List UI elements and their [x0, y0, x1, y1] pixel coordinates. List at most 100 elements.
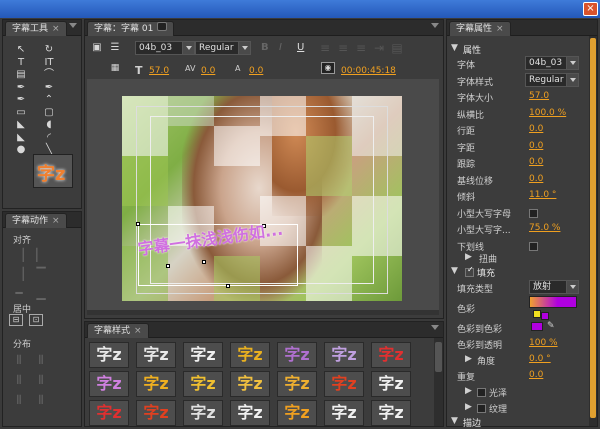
- window-close-button[interactable]: ×: [583, 2, 598, 16]
- title-style-swatch[interactable]: 字z: [371, 400, 411, 426]
- property-value[interactable]: 11.0 °: [529, 190, 556, 200]
- repeat-value[interactable]: 0.0: [529, 370, 543, 380]
- tab-title-properties[interactable]: 字幕属性 ×: [449, 21, 511, 36]
- collapse-arrow-icon[interactable]: ▼: [451, 266, 458, 276]
- title-style-swatch[interactable]: 字z: [89, 371, 129, 397]
- property-checkbox[interactable]: [529, 208, 538, 218]
- title-style-swatch[interactable]: 字z: [324, 342, 364, 368]
- bold-button[interactable]: B: [261, 42, 269, 53]
- color-to-color-swatch[interactable]: [531, 322, 543, 331]
- property-value[interactable]: 0.0: [529, 157, 543, 167]
- gradient-stop-start[interactable]: [533, 310, 541, 318]
- align-left-icon[interactable]: ▕: [11, 247, 27, 263]
- center-horizontal-icon[interactable]: ⊟: [9, 314, 23, 326]
- expand-arrow-icon[interactable]: ▶: [465, 402, 472, 412]
- distribute-vcenter-icon[interactable]: ⫴: [33, 372, 49, 388]
- color-to-opacity-value[interactable]: 100 %: [529, 338, 558, 348]
- tab-title-designer[interactable]: 字幕：字幕 01: [87, 21, 175, 36]
- angle-value[interactable]: 0.0 °: [529, 354, 551, 364]
- close-icon[interactable]: ×: [52, 216, 60, 226]
- ellipse-tool-icon[interactable]: ●: [13, 142, 29, 158]
- roll-crawl-icon[interactable]: ☰: [107, 40, 123, 56]
- close-icon[interactable]: ×: [52, 24, 60, 34]
- close-icon[interactable]: ×: [134, 326, 142, 336]
- panel-menu-icon[interactable]: [431, 325, 439, 330]
- scroll-thumb[interactable]: [435, 342, 442, 372]
- sheen-checkbox[interactable]: [477, 388, 486, 397]
- distribute-top-icon[interactable]: ⫴: [33, 352, 49, 368]
- collapse-arrow-icon[interactable]: ▼: [451, 43, 458, 53]
- gradient-ramp[interactable]: [529, 296, 577, 308]
- distribute-bottom-icon[interactable]: ⫴: [33, 392, 49, 408]
- property-value[interactable]: 57.0: [529, 91, 549, 101]
- title-style-swatch[interactable]: 字z: [277, 342, 317, 368]
- title-style-swatch[interactable]: 字z: [183, 342, 223, 368]
- font-family-dropdown[interactable]: 04b_03: [525, 56, 579, 70]
- expand-arrow-icon[interactable]: ▶: [465, 354, 472, 364]
- property-value[interactable]: 100.0 %: [529, 108, 566, 118]
- title-style-swatch[interactable]: 字z: [136, 342, 176, 368]
- tab-title-styles[interactable]: 字幕样式 ×: [87, 323, 149, 338]
- handle[interactable]: [226, 284, 230, 288]
- timecode-value[interactable]: 00:00:45:18: [341, 66, 396, 76]
- title-style-swatch[interactable]: 字z: [89, 342, 129, 368]
- styles-scrollbar[interactable]: [434, 338, 443, 426]
- distribute-hcenter-icon[interactable]: ⫴: [11, 372, 27, 388]
- title-style-swatch[interactable]: 字z: [324, 371, 364, 397]
- align-vcenter-icon[interactable]: ▏: [33, 247, 49, 263]
- align-middle-icon[interactable]: ━: [11, 285, 27, 301]
- templates-icon[interactable]: ▤: [389, 40, 405, 56]
- texture-checkbox[interactable]: [477, 404, 486, 413]
- property-checkbox[interactable]: [529, 241, 538, 251]
- eyedropper-icon[interactable]: ✎: [547, 321, 555, 331]
- font-dropdown[interactable]: 04b_03: [135, 41, 195, 55]
- font-style-dropdown[interactable]: Regular: [195, 41, 251, 55]
- font-style-dropdown[interactable]: Regular: [525, 72, 579, 87]
- gradient-stop-end[interactable]: [541, 312, 549, 320]
- title-style-swatch[interactable]: 字z: [371, 371, 411, 397]
- align-right-icon[interactable]: ▕: [11, 266, 27, 282]
- property-value[interactable]: 75.0 %: [529, 223, 560, 233]
- align-text-right-icon[interactable]: ≡: [353, 40, 369, 56]
- title-style-swatch[interactable]: 字z: [230, 400, 270, 426]
- title-style-swatch[interactable]: 字z: [183, 400, 223, 426]
- distribute-left-icon[interactable]: ⫴: [11, 352, 27, 368]
- expand-arrow-icon[interactable]: ▶: [465, 252, 472, 262]
- close-icon[interactable]: ×: [496, 24, 504, 34]
- property-value[interactable]: 0.0: [529, 141, 543, 151]
- distribute-right-icon[interactable]: ⫴: [11, 392, 27, 408]
- align-text-left-icon[interactable]: ≡: [317, 40, 333, 56]
- title-style-swatch[interactable]: 字z: [230, 342, 270, 368]
- property-value[interactable]: 0.0: [529, 124, 543, 134]
- title-style-swatch[interactable]: 字z: [89, 400, 129, 426]
- title-style-swatch[interactable]: 字z: [324, 400, 364, 426]
- title-style-swatch[interactable]: 字z: [136, 371, 176, 397]
- italic-button[interactable]: I: [279, 42, 282, 53]
- fill-type-dropdown[interactable]: 放射: [529, 280, 579, 294]
- tab-stops-icon[interactable]: ⇥: [371, 40, 387, 56]
- tab-title-actions[interactable]: 字幕动作 ×: [5, 213, 67, 228]
- panel-menu-icon[interactable]: [69, 23, 77, 28]
- show-video-icon[interactable]: ◉: [321, 62, 335, 74]
- align-text-center-icon[interactable]: ≡: [335, 40, 351, 56]
- canvas-bottom-scrollbar[interactable]: [87, 310, 439, 315]
- title-select-icon[interactable]: [157, 22, 168, 31]
- title-style-swatch[interactable]: 字z: [277, 400, 317, 426]
- title-style-swatch[interactable]: 字z: [371, 342, 411, 368]
- property-value[interactable]: 0.0: [529, 174, 543, 184]
- align-top-icon[interactable]: ▔: [33, 266, 49, 282]
- background-video-icon[interactable]: ▦: [107, 60, 123, 76]
- collapse-arrow-icon[interactable]: ▼: [451, 416, 458, 426]
- tab-title-tools[interactable]: 字幕工具 ×: [5, 21, 67, 36]
- title-style-swatch[interactable]: 字z: [136, 400, 176, 426]
- leading-value[interactable]: 0.0: [249, 66, 263, 76]
- font-size-value[interactable]: 57.0: [149, 66, 169, 76]
- title-style-swatch[interactable]: 字z: [230, 371, 270, 397]
- scroll-thumb[interactable]: [590, 38, 596, 418]
- new-title-icon[interactable]: ▣: [89, 40, 105, 56]
- center-vertical-icon[interactable]: ⊡: [29, 314, 43, 326]
- align-bottom-icon[interactable]: ▁: [33, 285, 49, 301]
- expand-arrow-icon[interactable]: ▶: [465, 386, 472, 396]
- title-style-swatch[interactable]: 字z: [183, 371, 223, 397]
- panel-menu-icon[interactable]: [431, 23, 439, 28]
